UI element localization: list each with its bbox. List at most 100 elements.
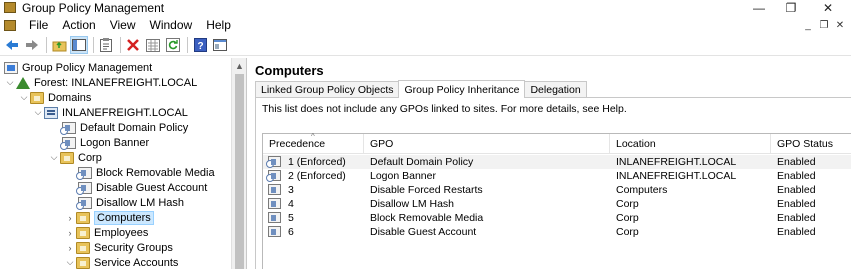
chevron-right-icon[interactable]: › bbox=[64, 228, 76, 238]
back-arrow-icon[interactable] bbox=[3, 36, 21, 54]
menu-bar: File Action View Window Help bbox=[0, 16, 851, 34]
column-label: Location bbox=[616, 138, 656, 150]
toolbar-separator bbox=[93, 37, 94, 53]
tree-scrollbar[interactable]: ▲ bbox=[231, 58, 246, 269]
tree-item-domains[interactable]: ⌵ Domains bbox=[18, 90, 91, 105]
tree-item-domain[interactable]: ⌵ INLANEFREIGHT.LOCAL bbox=[32, 105, 188, 120]
column-precedence[interactable]: ^ Precedence bbox=[263, 132, 364, 154]
app-icon bbox=[4, 2, 16, 13]
tree-item-forest[interactable]: ⌵ Forest: INLANEFREIGHT.LOCAL bbox=[4, 75, 197, 90]
column-location[interactable]: Location bbox=[610, 134, 771, 154]
tree-item-root[interactable]: Group Policy Management bbox=[4, 60, 152, 75]
table-row[interactable]: 2 (Enforced) Logon Banner INLANEFREIGHT.… bbox=[263, 169, 851, 183]
properties-icon[interactable] bbox=[97, 36, 115, 54]
title-bar: Group Policy Management bbox=[0, 0, 851, 15]
help-icon[interactable]: ? bbox=[191, 36, 209, 54]
tab-content: This list does not include any GPOs link… bbox=[255, 97, 851, 269]
cell-location: Computers bbox=[616, 184, 668, 196]
gpo-link-icon bbox=[76, 196, 92, 210]
ou-folder-icon bbox=[60, 151, 74, 164]
close-button[interactable]: ✕ bbox=[805, 0, 851, 15]
table-row[interactable]: 6 Disable Guest Account Corp Enabled bbox=[263, 225, 851, 239]
delete-icon[interactable] bbox=[124, 36, 142, 54]
toolbar-separator bbox=[120, 37, 121, 53]
console-tree[interactable]: Group Policy Management ⌵ Forest: INLANE… bbox=[0, 58, 247, 269]
chevron-right-icon[interactable]: › bbox=[64, 213, 76, 223]
tree-item-disallow-lm-hash[interactable]: Disallow LM Hash bbox=[76, 195, 185, 210]
refresh-icon[interactable] bbox=[164, 36, 182, 54]
console-icon[interactable] bbox=[4, 19, 16, 31]
table-row[interactable]: 3 Disable Forced Restarts Computers Enab… bbox=[263, 183, 851, 197]
show-tree-icon[interactable] bbox=[70, 36, 88, 54]
gpo-link-icon bbox=[76, 166, 92, 180]
mdi-close-button[interactable]: ✕ bbox=[832, 20, 848, 31]
menu-action[interactable]: Action bbox=[55, 18, 102, 32]
cell-precedence: 6 bbox=[288, 226, 294, 238]
tree-item-block-removable-media[interactable]: Block Removable Media bbox=[76, 165, 215, 180]
scroll-up-icon[interactable]: ▲ bbox=[235, 61, 244, 71]
tree-item-label: Employees bbox=[94, 226, 149, 239]
tree-item-label: Group Policy Management bbox=[22, 61, 153, 74]
tree-item-label: Logon Banner bbox=[80, 136, 150, 149]
gpo-enforced-icon bbox=[266, 156, 281, 168]
table-row[interactable]: 1 (Enforced) Default Domain Policy INLAN… bbox=[263, 155, 851, 169]
folder-icon bbox=[30, 91, 44, 104]
console-view-icon[interactable] bbox=[211, 36, 229, 54]
chevron-right-icon[interactable]: › bbox=[64, 243, 76, 253]
cell-gpo: Disable Forced Restarts bbox=[370, 184, 483, 196]
tree-item-computers[interactable]: › Computers bbox=[64, 210, 154, 225]
tree-item-label: Corp bbox=[78, 151, 102, 164]
list-header: ^ Precedence GPO Location GPO Status bbox=[263, 132, 851, 154]
forward-arrow-icon[interactable] bbox=[23, 36, 41, 54]
chevron-down-icon[interactable]: ⌵ bbox=[18, 92, 30, 103]
tab-gp-inheritance[interactable]: Group Policy Inheritance bbox=[398, 80, 526, 98]
gpo-icon bbox=[268, 212, 281, 223]
scrollbar-thumb[interactable] bbox=[235, 74, 244, 269]
cell-gpo: Disallow LM Hash bbox=[370, 198, 455, 210]
tree-item-logon-banner[interactable]: Logon Banner bbox=[60, 135, 150, 150]
cell-status: Enabled bbox=[777, 226, 816, 238]
chevron-down-icon[interactable]: ⌵ bbox=[4, 77, 16, 88]
chevron-down-icon[interactable]: ⌵ bbox=[32, 107, 44, 118]
export-icon[interactable] bbox=[144, 36, 162, 54]
chevron-down-icon[interactable]: ⌵ bbox=[48, 152, 60, 163]
chevron-down-icon[interactable]: ⌵ bbox=[64, 257, 76, 268]
cell-gpo: Logon Banner bbox=[370, 170, 436, 182]
column-gpo-status[interactable]: GPO Status bbox=[771, 134, 851, 154]
tree-item-default-domain-policy[interactable]: Default Domain Policy bbox=[60, 120, 188, 135]
menu-help[interactable]: Help bbox=[199, 18, 238, 32]
forest-icon bbox=[16, 76, 30, 89]
column-gpo[interactable]: GPO bbox=[364, 134, 610, 154]
column-label: GPO bbox=[370, 138, 394, 150]
tree-item-employees[interactable]: › Employees bbox=[64, 225, 148, 240]
tree-item-label: Disallow LM Hash bbox=[96, 196, 185, 209]
tree-item-security-groups[interactable]: › Security Groups bbox=[64, 240, 173, 255]
tree-item-service-accounts[interactable]: ⌵ Service Accounts bbox=[64, 255, 178, 269]
table-row[interactable]: 5 Block Removable Media Corp Enabled bbox=[263, 211, 851, 225]
gpo-icon bbox=[268, 184, 281, 195]
menu-file[interactable]: File bbox=[22, 18, 55, 32]
inheritance-list[interactable]: ^ Precedence GPO Location GPO Status 1 (… bbox=[262, 132, 851, 269]
tree-item-disable-guest-account[interactable]: Disable Guest Account bbox=[76, 180, 207, 195]
gpo-icon bbox=[268, 226, 281, 237]
tree-item-label: Security Groups bbox=[94, 241, 173, 254]
up-folder-icon[interactable] bbox=[50, 36, 68, 54]
cell-status: Enabled bbox=[777, 198, 816, 210]
menu-view[interactable]: View bbox=[103, 18, 143, 32]
cell-precedence: 5 bbox=[288, 212, 294, 224]
column-label: Precedence bbox=[269, 138, 326, 150]
cell-status: Enabled bbox=[777, 212, 816, 224]
menu-window[interactable]: Window bbox=[143, 18, 200, 32]
tab-delegation[interactable]: Delegation bbox=[524, 81, 587, 98]
tab-linked-gpos[interactable]: Linked Group Policy Objects bbox=[255, 81, 400, 98]
tree-item-label: Computers bbox=[94, 210, 154, 225]
cell-location: Corp bbox=[616, 198, 639, 210]
gpo-enforced-icon bbox=[266, 170, 281, 182]
cell-location: INLANEFREIGHT.LOCAL bbox=[616, 170, 737, 182]
table-row[interactable]: 4 Disallow LM Hash Corp Enabled bbox=[263, 197, 851, 211]
cell-precedence: 2 (Enforced) bbox=[288, 170, 346, 182]
details-title: Computers bbox=[255, 63, 324, 78]
mdi-minimize-button[interactable]: _ bbox=[800, 20, 816, 31]
mdi-restore-button[interactable]: ❐ bbox=[816, 20, 832, 31]
tree-item-corp[interactable]: ⌵ Corp bbox=[48, 150, 102, 165]
